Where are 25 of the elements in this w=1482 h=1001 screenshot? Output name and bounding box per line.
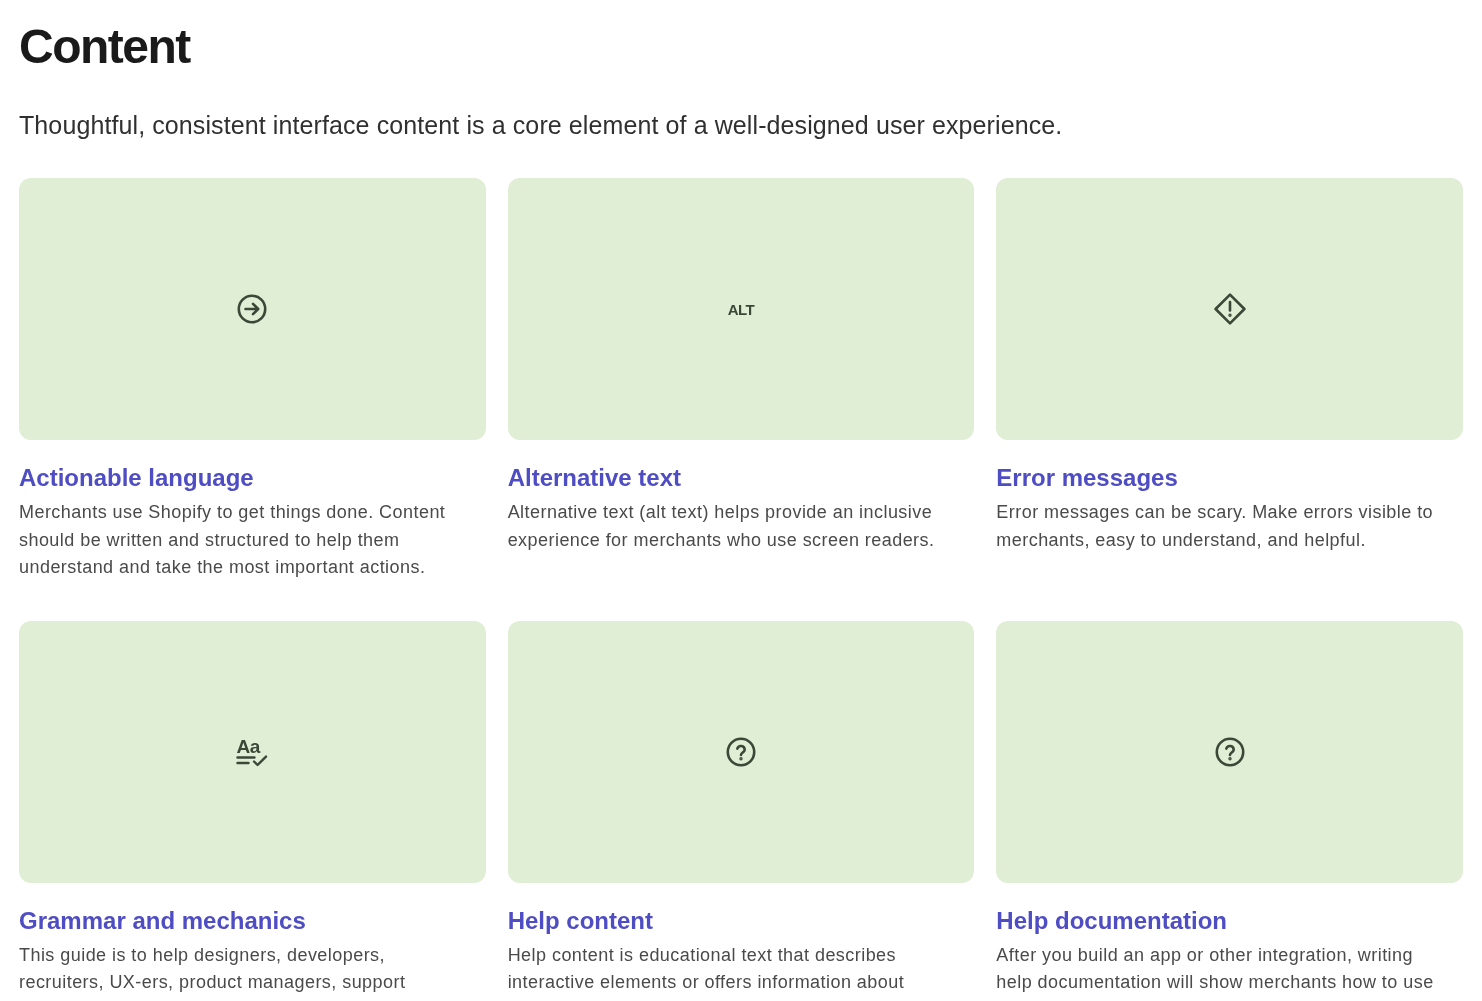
card-banner[interactable] [996, 178, 1463, 440]
card-title-link[interactable]: Grammar and mechanics [19, 905, 306, 935]
card-banner[interactable]: ALT [507, 178, 975, 440]
card-title-link[interactable]: Help content [507, 905, 653, 935]
intro-text: Thoughtful, consistent interface content is a core element of a well-designed user experience. [19, 110, 1063, 141]
warning-diamond-icon [1213, 293, 1246, 325]
help-circle-icon [1214, 736, 1245, 767]
card-banner[interactable] [19, 178, 486, 440]
alt-icon: ALT [727, 301, 755, 317]
card-description: Error messages can be scary. Make errors visible to merchants, easy to understand, and helpful. [996, 501, 1435, 552]
card-description: Alternative text (alt text) helps provide an inclusive experience for merchants who use screen readers. [507, 501, 936, 552]
card-banner[interactable] [507, 620, 975, 883]
page-title: Content [19, 19, 190, 75]
arrow-right-circle-icon [237, 294, 268, 324]
card-title-link[interactable]: Error messages [996, 463, 1178, 492]
card-title-link[interactable]: Actionable language [19, 463, 254, 492]
card-banner[interactable]: Aa [19, 620, 486, 883]
card-description: After you build an app or other integration, writing help documentation will show merchants how to use [996, 943, 1435, 994]
card-banner[interactable] [996, 620, 1463, 883]
card-title-link[interactable]: Help documentation [996, 905, 1227, 935]
card-description: This guide is to help designers, developers, recruiters, UX-ers, product managers, support [19, 943, 407, 994]
help-circle-icon [726, 736, 756, 767]
card-description: Merchants use Shopify to get things done. Content should be written and structured to help them understand and take the most important actions. [19, 501, 447, 579]
card-description: Help content is educational text that describes interactive elements or offers information about [507, 943, 906, 994]
card-title-link[interactable]: Alternative text [507, 463, 682, 492]
